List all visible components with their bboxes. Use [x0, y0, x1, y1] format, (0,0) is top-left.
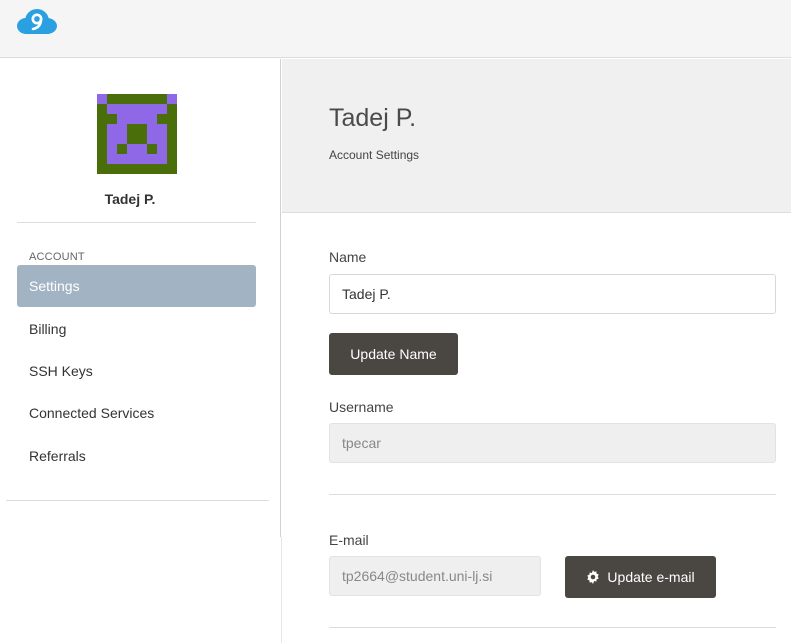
cloud9-logo-icon[interactable]	[16, 9, 58, 35]
sidebar-divider	[17, 222, 256, 223]
update-email-label: Update e-mail	[607, 569, 695, 585]
update-name-button[interactable]: Update Name	[329, 333, 458, 375]
avatar	[97, 94, 177, 174]
name-field[interactable]	[329, 274, 776, 314]
profile-name: Tadej P.	[104, 191, 156, 207]
settings-form: Name Update Name Username E-mail Update …	[282, 213, 791, 643]
sidebar-item-billing[interactable]: Billing	[17, 308, 256, 350]
sidebar-item-settings[interactable]: Settings	[17, 265, 256, 307]
sidebar-section-label: ACCOUNT	[29, 251, 85, 263]
page-header: Tadej P. Account Settings	[282, 59, 791, 213]
update-email-button[interactable]: Update e-mail	[565, 556, 716, 598]
sidebar-divider	[6, 500, 269, 501]
username-field	[329, 423, 776, 463]
sidebar-item-ssh-keys[interactable]: SSH Keys	[17, 350, 256, 392]
sidebar-item-referrals[interactable]: Referrals	[17, 435, 256, 477]
email-field	[329, 556, 541, 596]
top-bar	[0, 0, 791, 58]
section-divider	[329, 627, 776, 628]
gear-icon	[587, 570, 600, 584]
page-subtitle: Account Settings	[329, 148, 420, 162]
section-divider	[329, 494, 776, 495]
username-label: Username	[329, 399, 394, 415]
name-label: Name	[329, 249, 367, 265]
sidebar-item-connected-services[interactable]: Connected Services	[17, 392, 256, 434]
email-label: E-mail	[329, 532, 369, 548]
sidebar: Tadej P. ACCOUNT Settings Billing SSH Ke…	[0, 59, 281, 537]
page-title: Tadej P.	[329, 104, 417, 132]
